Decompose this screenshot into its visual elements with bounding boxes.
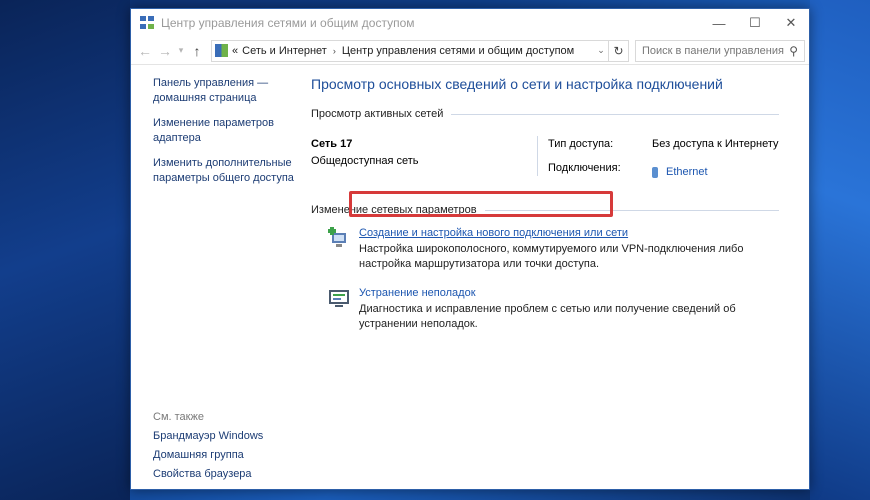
new-connection-icon	[327, 226, 351, 250]
breadcrumb-network-internet[interactable]: Сеть и Интернет	[242, 45, 327, 57]
breadcrumb-network-center[interactable]: Центр управления сетями и общим доступом	[342, 45, 574, 57]
address-path[interactable]: « Сеть и Интернет › Центр управления сет…	[211, 39, 629, 62]
see-also-browser-properties[interactable]: Свойства браузера	[153, 468, 263, 480]
access-type-value: Без доступа к Интернету	[652, 138, 779, 150]
active-networks-heading: Просмотр активных сетей	[311, 108, 779, 120]
active-networks-heading-text: Просмотр активных сетей	[311, 108, 444, 120]
ethernet-link[interactable]: Ethernet	[652, 160, 779, 184]
title-bar[interactable]: Центр управления сетями и общим доступом…	[131, 9, 809, 37]
address-bar: ← → ▾ ↑ « Сеть и Интернет › Центр управл…	[131, 37, 809, 65]
sidebar-link-home[interactable]: Панель управления — домашняя страница	[153, 76, 303, 106]
troubleshoot-description: Диагностика и исправление проблем с сеть…	[359, 303, 736, 330]
breadcrumb-separator: ›	[332, 45, 336, 56]
up-arrow-icon[interactable]: ↑	[187, 40, 207, 62]
task-troubleshoot: Устранение неполадок Диагностика и испра…	[311, 286, 779, 332]
search-icon[interactable]: ⚲	[789, 44, 798, 58]
see-also-homegroup[interactable]: Домашняя группа	[153, 449, 263, 461]
desktop-background-left	[0, 0, 130, 500]
ethernet-link-label: Ethernet	[666, 165, 708, 178]
troubleshoot-link[interactable]: Устранение неполадок	[359, 286, 476, 301]
ethernet-icon	[652, 166, 658, 178]
search-input[interactable]	[642, 44, 790, 57]
change-settings-heading-text: Изменение сетевых параметров	[311, 204, 477, 216]
sidebar-link-adapter-settings[interactable]: Изменение параметров адаптера	[153, 116, 303, 146]
create-new-connection-description: Настройка широкополосного, коммутируемог…	[359, 243, 744, 270]
address-dropdown-icon[interactable]: ⌄	[594, 45, 608, 56]
maximize-button[interactable]: ☐	[737, 9, 773, 37]
window-title: Центр управления сетями и общим доступом	[161, 16, 415, 30]
connections-label: Подключения:	[548, 162, 621, 174]
network-center-icon	[139, 15, 155, 31]
left-navigation: Панель управления — домашняя страница Из…	[153, 76, 303, 196]
page-title: Просмотр основных сведений о сети и наст…	[311, 76, 723, 92]
recent-dropdown-icon[interactable]: ▾	[175, 40, 187, 62]
see-also-title: См. также	[153, 411, 204, 423]
refresh-icon[interactable]: ↻	[608, 40, 628, 61]
see-also-section: См. также Брандмауэр Windows Домашняя гр…	[153, 411, 263, 487]
close-button[interactable]: ✕	[773, 9, 809, 37]
active-network: Сеть 17 Общедоступная сеть Тип доступа: …	[311, 136, 779, 184]
network-name: Сеть 17	[311, 138, 353, 150]
minimize-button[interactable]: —	[701, 9, 737, 37]
network-type: Общедоступная сеть	[311, 155, 419, 167]
forward-arrow-icon[interactable]: →	[155, 40, 175, 62]
back-arrow-icon[interactable]: ←	[135, 40, 155, 62]
change-settings-heading: Изменение сетевых параметров	[311, 204, 779, 216]
main-pane: Просмотр основных сведений о сети и наст…	[311, 66, 779, 332]
task-new-connection: Создание и настройка нового подключения …	[311, 226, 779, 272]
path-prefix: «	[232, 44, 239, 57]
create-new-connection-link[interactable]: Создание и настройка нового подключения …	[359, 226, 628, 241]
see-also-firewall[interactable]: Брандмауэр Windows	[153, 430, 263, 442]
content-area: Панель управления — домашняя страница Из…	[131, 66, 809, 489]
network-center-window: Центр управления сетями и общим доступом…	[130, 8, 810, 490]
control-panel-icon	[215, 44, 228, 57]
sidebar-link-sharing-settings[interactable]: Изменить дополнительные параметры общего…	[153, 156, 303, 186]
desktop-background-right	[810, 0, 870, 500]
troubleshoot-icon	[327, 286, 351, 310]
access-type-label: Тип доступа:	[548, 138, 614, 150]
search-box[interactable]: ⚲	[635, 39, 805, 62]
